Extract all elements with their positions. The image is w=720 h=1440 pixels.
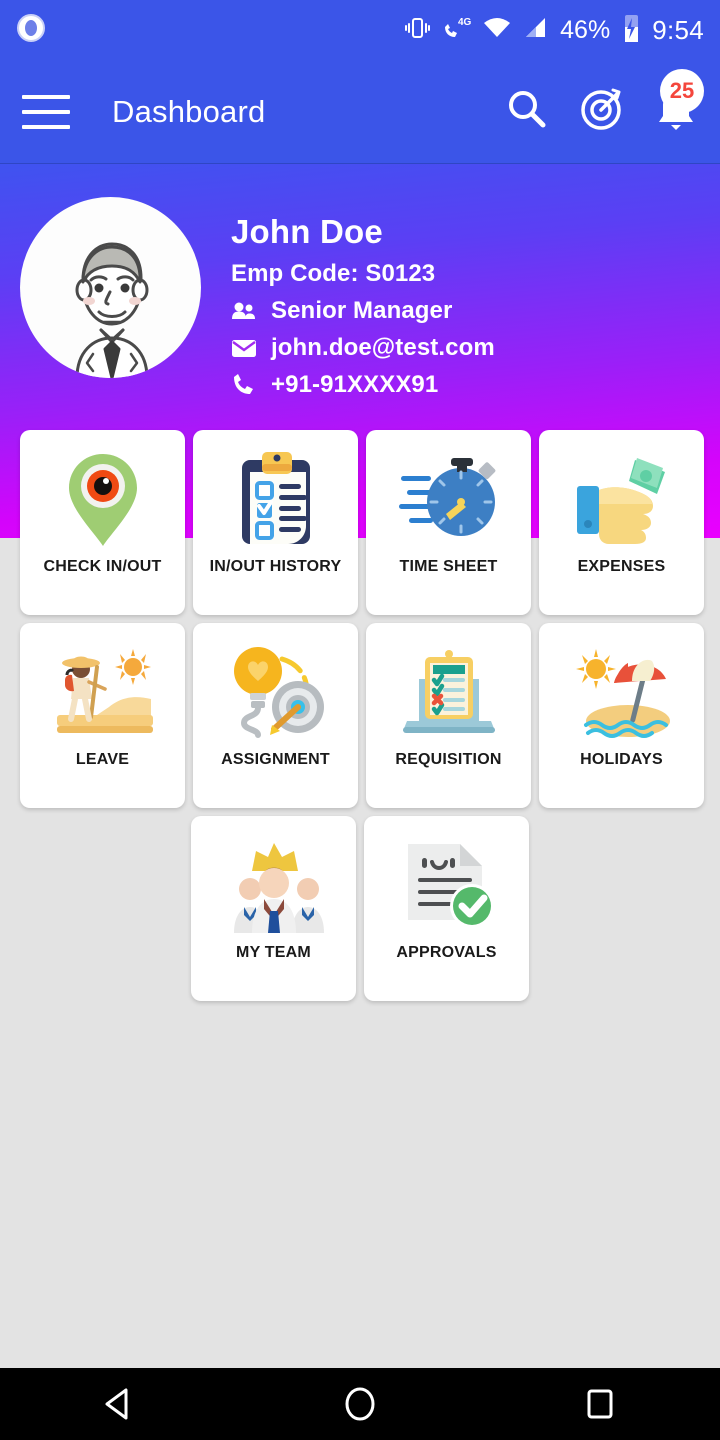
status-bar-right: 4G 46% 9:54	[404, 13, 704, 48]
battery-percent-label: 46%	[560, 15, 611, 44]
menu-card-holidays[interactable]: HOLIDAYS	[539, 623, 704, 808]
document-check-icon	[398, 834, 496, 938]
app-status-icon	[16, 13, 46, 48]
beach-umbrella-icon	[570, 641, 674, 745]
profile-email-row: john.doe@test.com	[231, 334, 495, 362]
profile-email: john.doe@test.com	[271, 334, 495, 361]
menu-card-label: EXPENSES	[577, 558, 666, 575]
hamburger-menu-icon[interactable]	[22, 94, 70, 129]
menu-card-label: LEAVE	[75, 751, 130, 768]
menu-card-check-in-out[interactable]: CHECK IN/OUT	[20, 430, 185, 615]
android-recents-icon[interactable]	[540, 1368, 660, 1440]
menu-card-label: CHECK IN/OUT	[43, 558, 162, 575]
status-bar-left	[16, 13, 46, 48]
menu-card-leave[interactable]: LEAVE	[20, 623, 185, 808]
page-title: Dashboard	[112, 93, 266, 129]
app-bar: Dashboard 25	[0, 60, 720, 164]
lightbulb-target-icon	[224, 641, 328, 745]
menu-card-expenses[interactable]: EXPENSES	[539, 430, 704, 615]
hand-cash-icon	[573, 448, 671, 552]
menu-card-label: APPROVALS	[396, 944, 497, 961]
profile-phone: +91-91XXXX91	[271, 371, 439, 398]
profile-name: John Doe	[231, 213, 383, 250]
menu-card-label: ASSIGNMENT	[221, 751, 330, 768]
wifi-icon	[482, 15, 512, 46]
cellular-signal-icon	[523, 15, 549, 46]
status-bar: 4G 46% 9:54	[0, 0, 720, 60]
menu-card-label: REQUISITION	[395, 751, 502, 768]
vibrate-icon	[404, 15, 431, 46]
menu-card-label: TIME SHEET	[399, 558, 498, 575]
app-bar-actions: 25	[504, 69, 704, 138]
android-home-icon[interactable]	[300, 1368, 420, 1440]
location-pin-eye-icon	[60, 448, 146, 552]
notification-bell-icon[interactable]: 25	[654, 69, 704, 138]
hiker-sun-icon	[51, 641, 155, 745]
profile-emp-code: Emp Code: S0123	[231, 260, 436, 287]
target-goal-icon[interactable]	[578, 85, 626, 138]
menu-card-label: IN/OUT HISTORY	[209, 558, 342, 575]
status-bar-clock: 9:54	[652, 14, 704, 45]
menu-card-label: HOLIDAYS	[580, 751, 663, 768]
profile-designation-row: Senior Manager	[231, 297, 495, 325]
profile-designation: Senior Manager	[271, 297, 453, 324]
user-avatar-illustration[interactable]	[20, 197, 201, 378]
phone-4g-icon: 4G	[441, 15, 472, 46]
envelope-icon	[231, 338, 257, 358]
menu-card-in-out-history[interactable]: IN/OUT HISTORY	[193, 430, 358, 615]
menu-grid-row: MY TEAM APPROVALS	[0, 816, 720, 1001]
team-gear-icon	[224, 834, 324, 938]
menu-grid: CHECK IN/OUT IN/OUT HISTORY TIME SHEET E…	[0, 430, 720, 1009]
menu-card-requisition[interactable]: REQUISITION	[366, 623, 531, 808]
laptop-clipboard-icon	[397, 641, 501, 745]
menu-card-assignment[interactable]: ASSIGNMENT	[193, 623, 358, 808]
menu-grid-row: CHECK IN/OUT IN/OUT HISTORY TIME SHEET E…	[0, 430, 720, 615]
menu-grid-row: LEAVE ASSIGNMENT REQUISITION HOLIDAYS	[0, 623, 720, 808]
search-icon[interactable]	[504, 86, 550, 137]
people-icon	[231, 301, 257, 321]
profile-info: John Doe Emp Code: S0123 Senior Manager …	[231, 197, 495, 399]
battery-charging-icon	[621, 13, 641, 48]
menu-card-time-sheet[interactable]: TIME SHEET	[366, 430, 531, 615]
menu-card-my-team[interactable]: MY TEAM	[191, 816, 356, 1001]
stopwatch-icon	[398, 448, 499, 552]
menu-card-label: MY TEAM	[236, 944, 311, 961]
profile-phone-row: +91-91XXXX91	[231, 371, 495, 399]
menu-card-approvals[interactable]: APPROVALS	[364, 816, 529, 1001]
phone-icon	[231, 373, 257, 397]
clipboard-checklist-icon	[230, 448, 322, 552]
profile-block: John Doe Emp Code: S0123 Senior Manager …	[0, 197, 720, 399]
android-back-icon[interactable]	[60, 1368, 180, 1440]
svg-text:4G: 4G	[458, 17, 471, 28]
notification-badge: 25	[660, 69, 704, 113]
android-nav-bar	[0, 1368, 720, 1440]
